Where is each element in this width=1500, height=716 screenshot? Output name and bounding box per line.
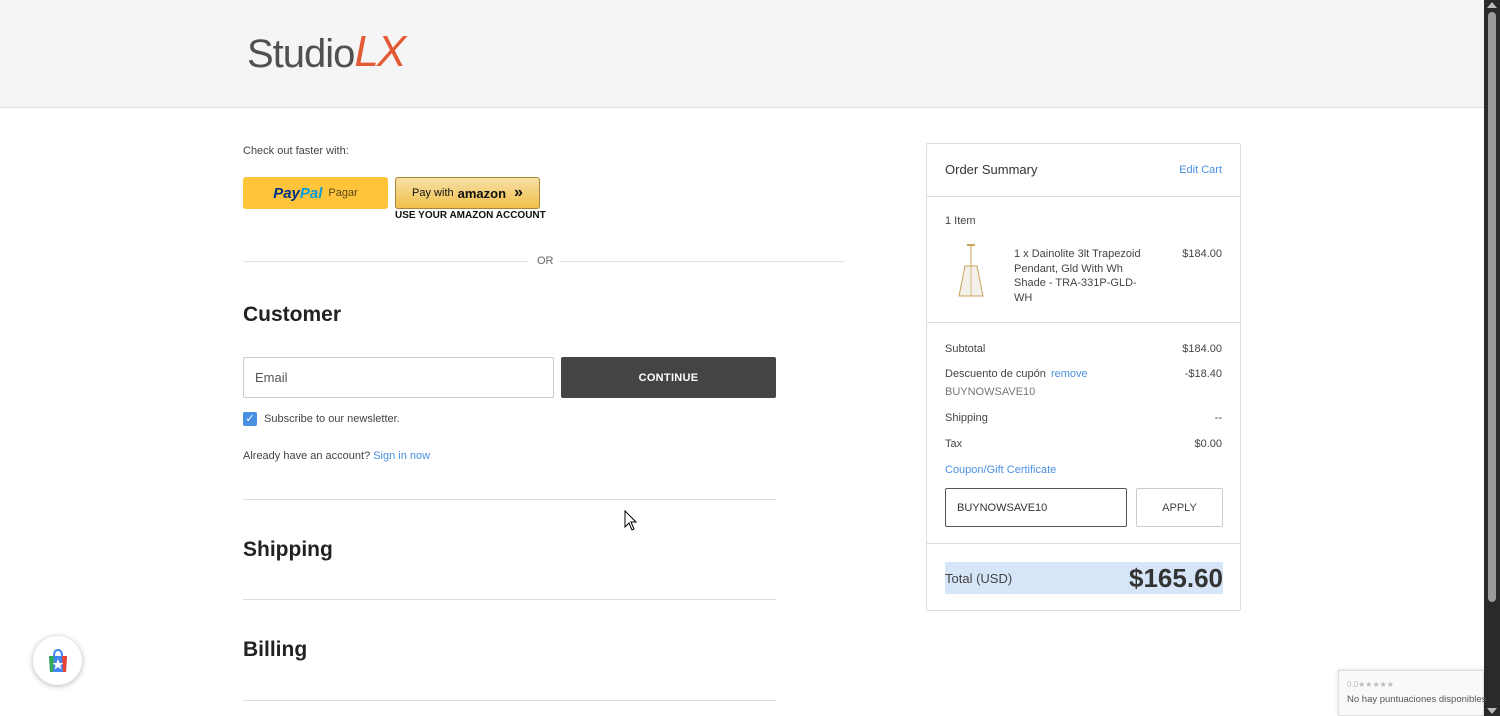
total-row: Total (USD) $165.60 bbox=[945, 562, 1223, 594]
shipping-row: Shipping -- bbox=[945, 412, 1222, 424]
shipping-title[interactable]: Shipping bbox=[243, 538, 333, 562]
newsletter-label: Subscribe to our newsletter. bbox=[264, 413, 400, 425]
account-prompt-text: Already have an account? bbox=[243, 450, 371, 462]
checkout-faster-label: Check out faster with: bbox=[243, 145, 349, 157]
account-prompt: Already have an account? Sign in now bbox=[243, 450, 430, 462]
discount-row: Descuento de cupón remove -$18.40 bbox=[945, 368, 1222, 380]
amazon-logo: amazon bbox=[457, 185, 507, 201]
summary-divider bbox=[927, 196, 1240, 197]
coupon-code-field[interactable] bbox=[945, 488, 1127, 527]
summary-divider bbox=[927, 322, 1240, 323]
coupon-gift-link[interactable]: Coupon/Gift Certificate bbox=[945, 464, 1056, 476]
logo-text-studio: Studio bbox=[247, 32, 355, 76]
total-label: Total (USD) bbox=[945, 571, 1013, 586]
shopping-bag-icon bbox=[48, 648, 67, 672]
order-summary-title: Order Summary bbox=[945, 162, 1038, 177]
rating-badge: 0.0★★★★★ No hay puntuaciones disponibles bbox=[1338, 670, 1487, 716]
apply-coupon-button[interactable]: APPLY bbox=[1136, 488, 1223, 527]
scroll-down-icon[interactable] bbox=[1487, 708, 1497, 714]
tax-value: $0.00 bbox=[1194, 438, 1222, 450]
email-field[interactable] bbox=[243, 357, 554, 398]
item-price: $184.00 bbox=[1182, 248, 1222, 260]
discount-label: Descuento de cupón bbox=[945, 368, 1046, 380]
item-name: 1 x Dainolite 3lt Trapezoid Pendant, Gld… bbox=[1014, 248, 1141, 304]
amazon-pay-button[interactable]: Pay with amazon » bbox=[395, 177, 540, 209]
newsletter-checkbox[interactable]: ✓ bbox=[243, 412, 257, 426]
amazon-prefix-label: Pay with bbox=[412, 187, 454, 199]
order-summary: Order Summary Edit Cart 1 Item 1 x Daino… bbox=[926, 143, 1241, 611]
page-scrollbar[interactable] bbox=[1484, 0, 1500, 716]
rating-text: No hay puntuaciones disponibles bbox=[1347, 694, 1487, 705]
or-label: OR bbox=[537, 255, 554, 267]
subtotal-label: Subtotal bbox=[945, 343, 986, 355]
tax-label: Tax bbox=[945, 438, 963, 450]
edit-cart-link[interactable]: Edit Cart bbox=[1179, 164, 1222, 176]
discount-value: -$18.40 bbox=[1184, 368, 1222, 380]
subtotal-row: Subtotal $184.00 bbox=[945, 343, 1222, 355]
mouse-cursor-icon bbox=[624, 510, 638, 531]
customer-divider bbox=[243, 499, 776, 500]
amazon-account-label: USE YOUR AMAZON ACCOUNT bbox=[395, 210, 546, 221]
or-divider-left bbox=[243, 261, 528, 262]
subtotal-value: $184.00 bbox=[1182, 343, 1222, 355]
studiolx-logo[interactable]: Studio LX bbox=[247, 27, 435, 76]
continue-button[interactable]: CONTINUE bbox=[561, 357, 776, 398]
shipping-label: Shipping bbox=[945, 412, 988, 424]
billing-divider bbox=[243, 700, 776, 701]
shipping-divider bbox=[243, 599, 776, 600]
paypal-action-label: Pagar bbox=[328, 187, 358, 199]
paypal-logo: PayPal bbox=[273, 184, 323, 202]
product-thumbnail bbox=[958, 244, 984, 297]
paypal-button[interactable]: PayPal Pagar bbox=[243, 177, 388, 209]
rating-stars: 0.0★★★★★ bbox=[1347, 680, 1394, 689]
double-chevron-icon: » bbox=[514, 184, 523, 201]
scroll-up-icon[interactable] bbox=[1487, 2, 1497, 8]
shipping-value: -- bbox=[1214, 412, 1222, 424]
shopping-bag-widget[interactable] bbox=[33, 636, 82, 685]
discount-code: BUYNOWSAVE10 bbox=[945, 386, 1036, 398]
sign-in-link[interactable]: Sign in now bbox=[373, 450, 430, 462]
logo-text-lx: LX bbox=[354, 27, 406, 76]
item-count: 1 Item bbox=[945, 215, 976, 227]
tax-row: Tax $0.00 bbox=[945, 438, 1222, 450]
summary-divider bbox=[927, 543, 1240, 544]
remove-coupon-link[interactable]: remove bbox=[1051, 368, 1088, 380]
billing-title[interactable]: Billing bbox=[243, 638, 307, 662]
scrollbar-thumb[interactable] bbox=[1488, 12, 1496, 602]
total-value: $165.60 bbox=[1129, 563, 1223, 593]
or-divider-right bbox=[560, 261, 845, 262]
site-header: Studio LX bbox=[0, 0, 1484, 108]
customer-title: Customer bbox=[243, 303, 342, 326]
